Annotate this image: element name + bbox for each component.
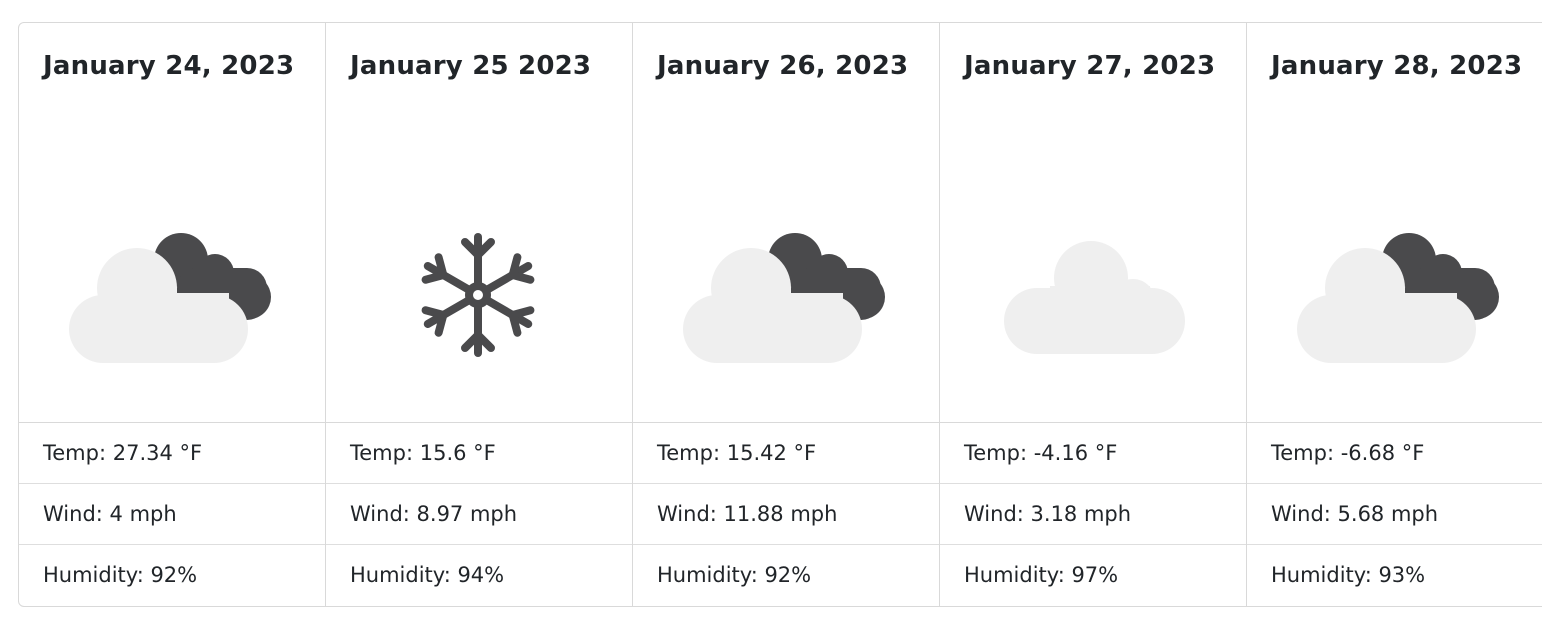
- card-header: January 24, 2023: [19, 23, 325, 423]
- forecast-card-jan-25: January 25 2023 Temp: 15.6 °F Wind: 8.97…: [326, 23, 633, 606]
- forecast-card-jan-26: January 26, 2023 Temp: 15.42 °F Wind: 11…: [633, 23, 940, 606]
- wind-row: Wind: 8.97 mph: [326, 484, 632, 545]
- forecast-card-jan-28: January 28, 2023 Temp: -6.68 °F Wind: 5.…: [1247, 23, 1542, 606]
- humidity-row: Humidity: 93%: [1271, 563, 1426, 587]
- temperature-row: Temp: 27.34 °F: [19, 423, 325, 484]
- partly-cloudy-night-icon: [1287, 198, 1517, 373]
- forecast-date: January 26, 2023: [657, 51, 909, 81]
- humidity-row: Humidity: 94%: [350, 563, 505, 587]
- partly-cloudy-night-icon: [673, 198, 903, 373]
- temperature-row: Temp: 15.6 °F: [326, 423, 632, 484]
- wind-row: Wind: 11.88 mph: [633, 484, 939, 545]
- card-header: January 25 2023: [326, 23, 632, 423]
- partly-cloudy-night-icon: [59, 198, 289, 373]
- wind-row: Wind: 5.68 mph: [1247, 484, 1542, 545]
- forecast-date: January 24, 2023: [43, 51, 295, 81]
- wind-row: Wind: 3.18 mph: [940, 484, 1246, 545]
- temperature-row: Temp: -4.16 °F: [940, 423, 1246, 484]
- forecast-card-jan-24: January 24, 2023 Temp: 27.34 °F Wind: 4 …: [19, 23, 326, 606]
- snowflake-icon: [366, 198, 596, 373]
- forecast-card-jan-27: January 27, 2023 Temp: -4.16 °F Wind: 3.…: [940, 23, 1247, 606]
- cloud-icon: [980, 198, 1210, 373]
- temperature-row: Temp: -6.68 °F: [1247, 423, 1542, 484]
- humidity-row: Humidity: 92%: [43, 563, 198, 587]
- forecast-date: January 25 2023: [350, 51, 592, 81]
- card-header: January 27, 2023: [940, 23, 1246, 423]
- forecast-date: January 28, 2023: [1271, 51, 1523, 81]
- forecast-strip: January 24, 2023 Temp: 27.34 °F Wind: 4 …: [18, 22, 1542, 607]
- temperature-row: Temp: 15.42 °F: [633, 423, 939, 484]
- forecast-date: January 27, 2023: [964, 51, 1216, 81]
- humidity-row: Humidity: 97%: [964, 563, 1119, 587]
- wind-row: Wind: 4 mph: [19, 484, 325, 545]
- humidity-row: Humidity: 92%: [657, 563, 812, 587]
- card-header: January 26, 2023: [633, 23, 939, 423]
- card-header: January 28, 2023: [1247, 23, 1542, 423]
